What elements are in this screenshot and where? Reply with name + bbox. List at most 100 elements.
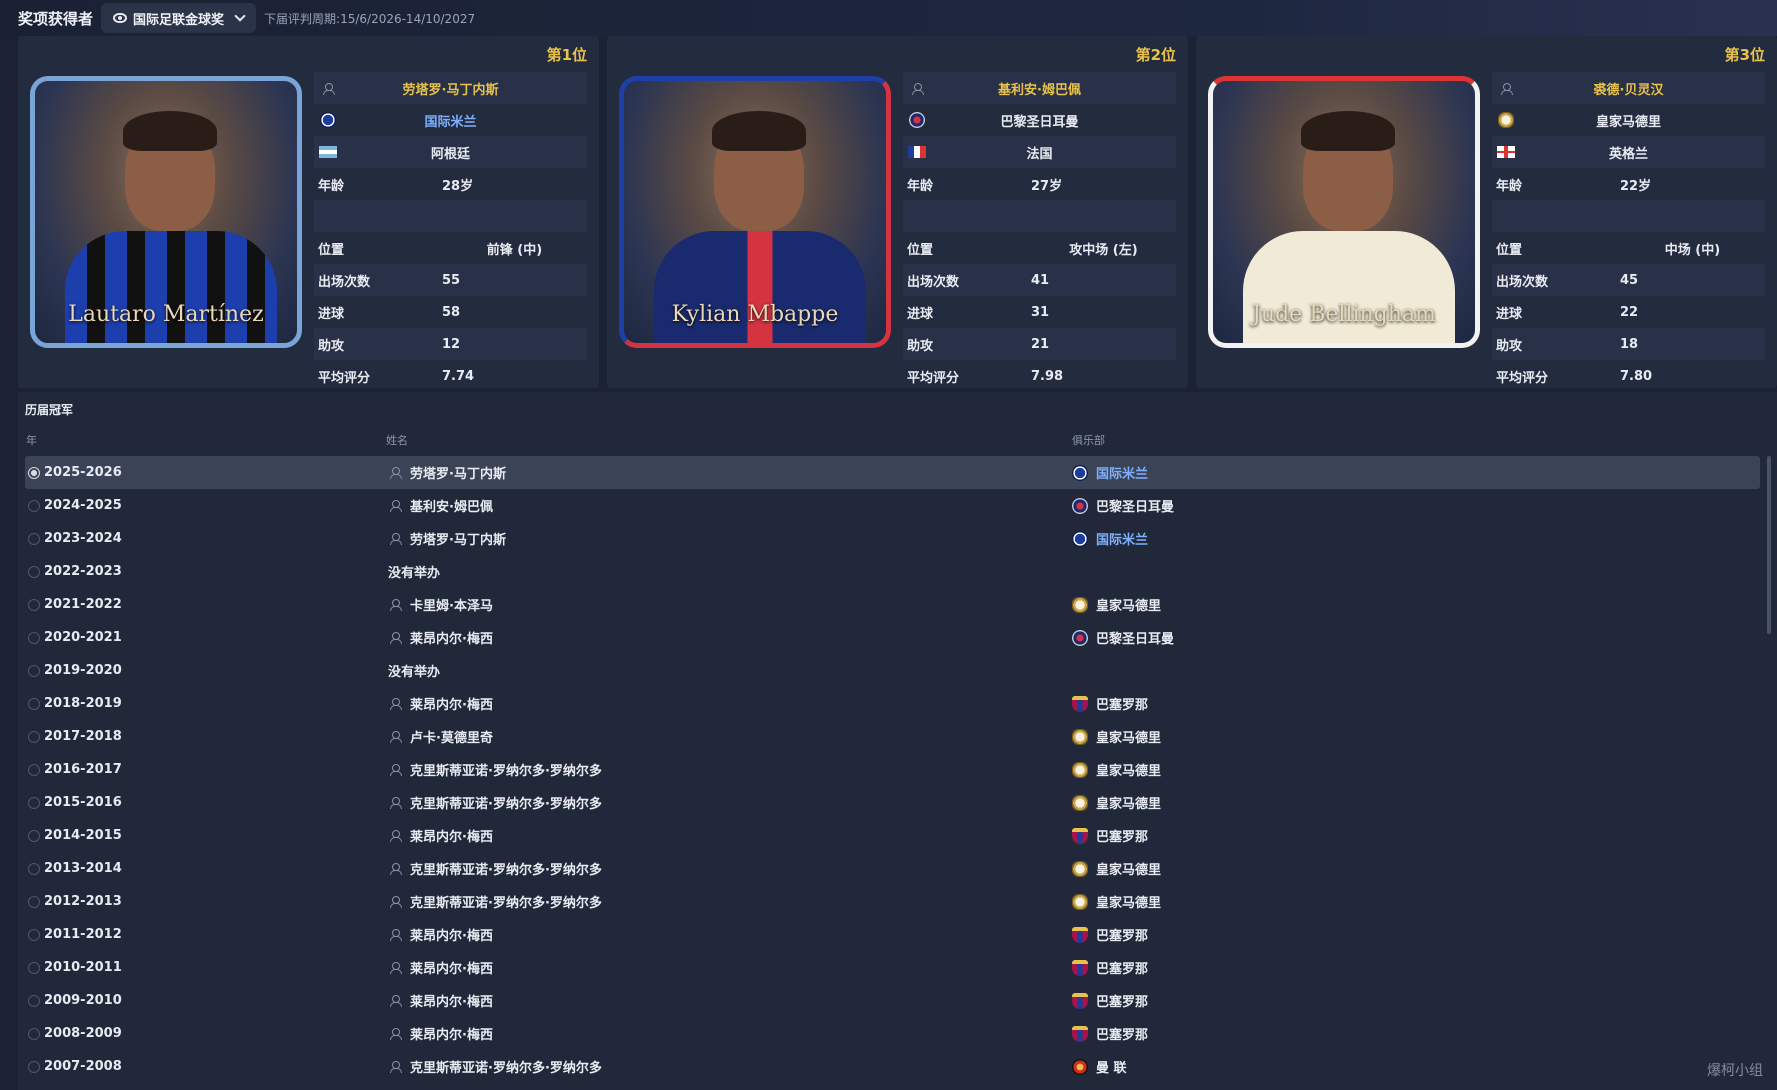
row-radio[interactable] xyxy=(28,631,40,644)
row-radio[interactable] xyxy=(28,565,40,578)
club-row[interactable]: 皇家马德里 xyxy=(1492,104,1765,136)
club-cell[interactable]: 国际米兰 xyxy=(1072,529,1148,548)
winner-card-1[interactable]: 第1位 Lautaro Martínez 劳塔罗·马丁内斯 国际米兰 阿根廷 年… xyxy=(18,36,599,388)
club-cell[interactable]: 巴塞罗那 xyxy=(1072,694,1148,713)
table-row[interactable]: 2018-2019 莱昂内尔·梅西 巴塞罗那 xyxy=(25,687,1760,720)
table-row[interactable]: 2012-2013 克里斯蒂亚诺·罗纳尔多·罗纳尔多 皇家马德里 xyxy=(25,885,1760,918)
name-cell[interactable]: 劳塔罗·马丁内斯 xyxy=(388,463,1072,482)
row-radio[interactable] xyxy=(28,1027,40,1040)
name-cell[interactable]: 没有举办 xyxy=(388,562,1072,581)
table-row[interactable]: 2007-2008 克里斯蒂亚诺·罗纳尔多·罗纳尔多 曼 联 xyxy=(25,1050,1760,1083)
name-cell[interactable]: 莱昂内尔·梅西 xyxy=(388,1024,1072,1043)
club-cell[interactable]: 曼 联 xyxy=(1072,1057,1127,1076)
table-row[interactable]: 2011-2012 莱昂内尔·梅西 巴塞罗那 xyxy=(25,918,1760,951)
table-row[interactable]: 2024-2025 基利安·姆巴佩 巴黎圣日耳曼 xyxy=(25,489,1760,522)
club-name[interactable]: 巴黎圣日耳曼 xyxy=(931,111,1176,130)
row-radio[interactable] xyxy=(28,961,40,974)
table-row[interactable]: 2020-2021 莱昂内尔·梅西 巴黎圣日耳曼 xyxy=(25,621,1760,654)
award-select-dropdown[interactable]: 国际足联金球奖 xyxy=(101,3,257,33)
club-cell[interactable]: 皇家马德里 xyxy=(1072,859,1161,878)
table-row[interactable]: 2013-2014 克里斯蒂亚诺·罗纳尔多·罗纳尔多 皇家马德里 xyxy=(25,852,1760,885)
scrollbar[interactable] xyxy=(1767,456,1771,634)
club-cell[interactable]: 巴塞罗那 xyxy=(1072,991,1148,1010)
club-cell[interactable]: 皇家马德里 xyxy=(1072,595,1161,614)
club-cell[interactable]: 巴塞罗那 xyxy=(1072,925,1148,944)
table-row[interactable]: 2019-2020 没有举办 xyxy=(25,654,1760,687)
table-row[interactable]: 2023-2024 劳塔罗·马丁内斯 国际米兰 xyxy=(25,522,1760,555)
table-row[interactable]: 2025-2026 劳塔罗·马丁内斯 国际米兰 xyxy=(25,456,1760,489)
row-radio[interactable] xyxy=(28,697,40,710)
club-cell[interactable]: 国际米兰 xyxy=(1072,463,1148,482)
row-radio[interactable] xyxy=(28,796,40,809)
table-row[interactable]: 2016-2017 克里斯蒂亚诺·罗纳尔多·罗纳尔多 皇家马德里 xyxy=(25,753,1760,786)
name-cell[interactable]: 莱昂内尔·梅西 xyxy=(388,628,1072,647)
name-cell[interactable]: 莱昂内尔·梅西 xyxy=(388,925,1072,944)
name-cell[interactable]: 劳塔罗·马丁内斯 xyxy=(388,529,1072,548)
club-cell[interactable]: 巴黎圣日耳曼 xyxy=(1072,628,1174,647)
club-cell[interactable]: 巴塞罗那 xyxy=(1072,1024,1148,1043)
row-radio[interactable] xyxy=(28,598,40,611)
player-name[interactable]: 基利安·姆巴佩 xyxy=(931,79,1176,98)
table-row[interactable]: 2022-2023 没有举办 xyxy=(25,555,1760,588)
player-name[interactable]: 裘德·贝灵汉 xyxy=(1520,79,1765,98)
player-photo[interactable]: Kylian Mbappe xyxy=(619,76,891,348)
column-header-club[interactable]: 俱乐部 xyxy=(1072,432,1105,448)
player-name-row[interactable]: 裘德·贝灵汉 xyxy=(1492,72,1765,104)
name-cell[interactable]: 卡里姆·本泽马 xyxy=(388,595,1072,614)
nation-row[interactable]: 阿根廷 xyxy=(314,136,587,168)
name-cell[interactable]: 没有举办 xyxy=(388,661,1072,680)
row-radio[interactable] xyxy=(28,763,40,776)
name-cell[interactable]: 莱昂内尔·梅西 xyxy=(388,958,1072,977)
club-cell[interactable]: 皇家马德里 xyxy=(1072,727,1161,746)
player-photo[interactable]: Lautaro Martínez xyxy=(30,76,302,348)
club-name[interactable]: 国际米兰 xyxy=(342,111,587,130)
name-cell[interactable]: 卢卡·莫德里奇 xyxy=(388,727,1072,746)
club-cell[interactable]: 皇家马德里 xyxy=(1072,892,1161,911)
row-radio[interactable] xyxy=(28,862,40,875)
name-cell[interactable]: 克里斯蒂亚诺·罗纳尔多·罗纳尔多 xyxy=(388,1057,1072,1076)
table-row[interactable]: 2008-2009 莱昂内尔·梅西 巴塞罗那 xyxy=(25,1017,1760,1050)
row-radio[interactable] xyxy=(28,664,40,677)
name-cell[interactable]: 克里斯蒂亚诺·罗纳尔多·罗纳尔多 xyxy=(388,793,1072,812)
nation-name[interactable]: 英格兰 xyxy=(1520,143,1765,162)
row-radio[interactable] xyxy=(28,928,40,941)
player-name[interactable]: 劳塔罗·马丁内斯 xyxy=(342,79,587,98)
name-cell[interactable]: 莱昂内尔·梅西 xyxy=(388,991,1072,1010)
column-header-name[interactable]: 姓名 xyxy=(386,432,408,448)
player-name-row[interactable]: 基利安·姆巴佩 xyxy=(903,72,1176,104)
table-row[interactable]: 2010-2011 莱昂内尔·梅西 巴塞罗那 xyxy=(25,951,1760,984)
club-cell[interactable]: 巴塞罗那 xyxy=(1072,826,1148,845)
name-cell[interactable]: 莱昂内尔·梅西 xyxy=(388,826,1072,845)
winner-card-2[interactable]: 第2位 Kylian Mbappe 基利安·姆巴佩 巴黎圣日耳曼 法国 年龄 2… xyxy=(607,36,1188,388)
club-cell[interactable]: 皇家马德里 xyxy=(1072,760,1161,779)
name-cell[interactable]: 克里斯蒂亚诺·罗纳尔多·罗纳尔多 xyxy=(388,859,1072,878)
row-radio[interactable] xyxy=(28,532,40,545)
table-row[interactable]: 2015-2016 克里斯蒂亚诺·罗纳尔多·罗纳尔多 皇家马德里 xyxy=(25,786,1760,819)
row-radio[interactable] xyxy=(28,994,40,1007)
column-header-year[interactable]: 年 xyxy=(26,432,37,448)
row-radio[interactable] xyxy=(28,895,40,908)
row-radio[interactable] xyxy=(28,499,40,512)
club-cell[interactable]: 巴黎圣日耳曼 xyxy=(1072,496,1174,515)
nation-name[interactable]: 阿根廷 xyxy=(342,143,587,162)
club-cell[interactable]: 巴塞罗那 xyxy=(1072,958,1148,977)
club-cell[interactable]: 皇家马德里 xyxy=(1072,793,1161,812)
nation-name[interactable]: 法国 xyxy=(931,143,1176,162)
row-radio[interactable] xyxy=(28,829,40,842)
nation-row[interactable]: 英格兰 xyxy=(1492,136,1765,168)
table-row[interactable]: 2014-2015 莱昂内尔·梅西 巴塞罗那 xyxy=(25,819,1760,852)
name-cell[interactable]: 克里斯蒂亚诺·罗纳尔多·罗纳尔多 xyxy=(388,892,1072,911)
nation-row[interactable]: 法国 xyxy=(903,136,1176,168)
row-radio[interactable] xyxy=(28,466,40,479)
player-name-row[interactable]: 劳塔罗·马丁内斯 xyxy=(314,72,587,104)
name-cell[interactable]: 基利安·姆巴佩 xyxy=(388,496,1072,515)
club-row[interactable]: 国际米兰 xyxy=(314,104,587,136)
club-row[interactable]: 巴黎圣日耳曼 xyxy=(903,104,1176,136)
name-cell[interactable]: 克里斯蒂亚诺·罗纳尔多·罗纳尔多 xyxy=(388,760,1072,779)
row-radio[interactable] xyxy=(28,1060,40,1073)
name-cell[interactable]: 莱昂内尔·梅西 xyxy=(388,694,1072,713)
winner-card-3[interactable]: 第3位 Jude Bellingham 裘德·贝灵汉 皇家马德里 英格兰 年龄 … xyxy=(1196,36,1777,388)
table-row[interactable]: 2021-2022 卡里姆·本泽马 皇家马德里 xyxy=(25,588,1760,621)
table-row[interactable]: 2017-2018 卢卡·莫德里奇 皇家马德里 xyxy=(25,720,1760,753)
table-row[interactable]: 2009-2010 莱昂内尔·梅西 巴塞罗那 xyxy=(25,984,1760,1017)
